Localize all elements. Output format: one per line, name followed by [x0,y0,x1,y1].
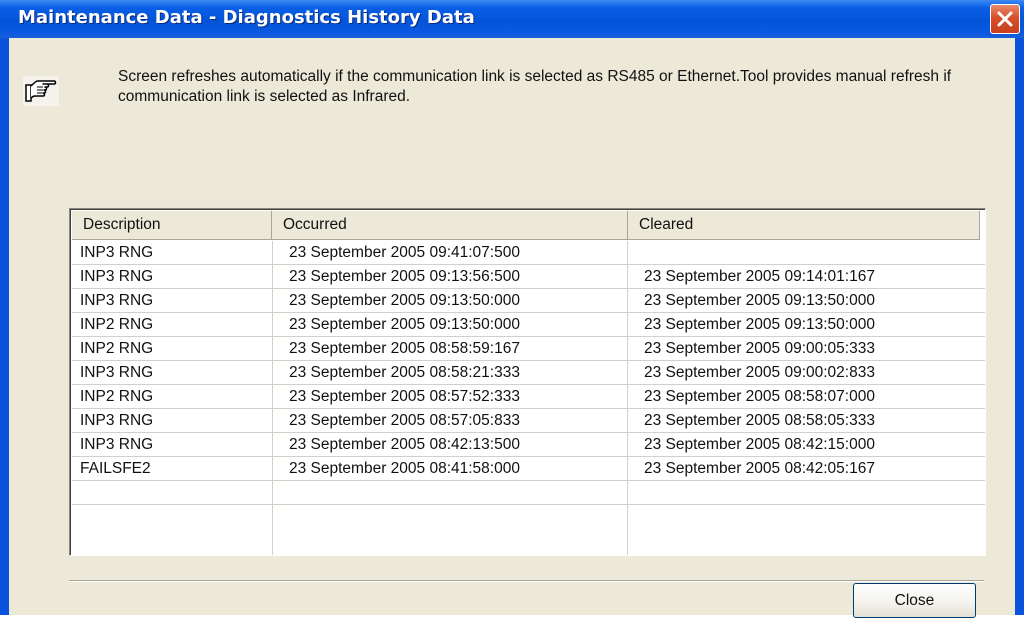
cell-description: FAILSFE2 [80,460,151,477]
table-row[interactable]: FAILSFE2 23 September 2005 08:41:58:000 23… [72,457,985,481]
row-gridline [72,432,985,433]
row-gridline [72,264,985,265]
cell-description: INP3 RNG [80,436,154,453]
row-gridline [72,312,985,313]
close-button[interactable]: Close [853,583,976,618]
close-icon [997,11,1013,27]
cell-cleared: 23 September 2005 08:42:15:000 [644,436,875,453]
cell-occurred: 23 September 2005 08:58:59:167 [289,340,520,357]
row-gridline [72,408,985,409]
cell-description: INP2 RNG [80,388,154,405]
cell-description: INP2 RNG [80,316,154,333]
cell-description: INP2 RNG [80,340,154,357]
row-gridline [72,504,985,505]
row-gridline [72,480,985,481]
cell-description: INP3 RNG [80,268,154,285]
cell-cleared: 23 September 2005 09:00:05:333 [644,340,875,357]
table-row[interactable]: INP3 RNG 23 September 2005 08:57:05:833 23… [72,409,985,433]
table-row[interactable]: INP2 RNG 23 September 2005 09:13:50:000 23… [72,313,985,337]
cell-occurred: 23 September 2005 08:42:13:500 [289,436,520,453]
table-row[interactable]: INP3 RNG 23 September 2005 09:13:50:000 23… [72,289,985,313]
cell-occurred: 23 September 2005 09:41:07:500 [289,244,520,261]
cell-cleared: 23 September 2005 08:58:05:333 [644,412,875,429]
row-gridline [72,288,985,289]
row-gridline [72,360,985,361]
row-gridline [72,456,985,457]
cell-occurred: 23 September 2005 08:57:05:833 [289,412,520,429]
table-row[interactable]: INP3 RNG 23 September 2005 08:42:13:500 23… [72,433,985,457]
cell-cleared: 23 September 2005 09:00:02:833 [644,364,875,381]
pointing-hand-icon [23,76,59,106]
column-header-cleared[interactable]: Cleared [628,211,980,240]
cell-cleared: 23 September 2005 09:14:01:167 [644,268,875,285]
cell-description: INP3 RNG [80,292,154,309]
close-window-button[interactable] [990,4,1020,34]
column-header-description[interactable]: Description [72,211,272,240]
cell-occurred: 23 September 2005 09:13:56:500 [289,268,520,285]
cell-occurred: 23 September 2005 08:57:52:333 [289,388,520,405]
window-title: Maintenance Data - Diagnostics History D… [18,7,475,28]
cell-description: INP3 RNG [80,412,154,429]
row-gridline [72,384,985,385]
table-row[interactable]: INP2 RNG 23 September 2005 08:58:59:167 23… [72,337,985,361]
info-message: Screen refreshes automatically if the co… [118,68,952,105]
cell-cleared: 23 September 2005 08:58:07:000 [644,388,875,405]
cell-cleared: 23 September 2005 08:42:05:167 [644,460,875,477]
table-row[interactable]: INP3 RNG 23 September 2005 09:41:07:500 [72,241,985,265]
divider [69,580,984,582]
cell-occurred: 23 September 2005 09:13:50:000 [289,316,520,333]
cell-description: INP3 RNG [80,364,154,381]
table-row[interactable]: INP3 RNG 23 September 2005 09:13:56:500 23… [72,265,985,289]
row-gridline [72,336,985,337]
cell-occurred: 23 September 2005 09:13:50:000 [289,292,520,309]
history-table[interactable]: Description Occurred Cleared INP3 RNG 23 … [69,208,986,556]
column-header-occurred[interactable]: Occurred [272,211,628,240]
dialog-client-area: Screen refreshes automatically if the co… [9,38,1015,615]
cell-occurred: 23 September 2005 08:41:58:000 [289,460,520,477]
cell-occurred: 23 September 2005 08:58:21:333 [289,364,520,381]
title-bar[interactable]: Maintenance Data - Diagnostics History D… [0,0,1024,38]
dialog-window: Maintenance Data - Diagnostics History D… [0,0,1024,618]
cell-cleared: 23 September 2005 09:13:50:000 [644,316,875,333]
cell-description: INP3 RNG [80,244,154,261]
table-row[interactable] [72,481,985,505]
table-header: Description Occurred Cleared [72,211,985,240]
cell-cleared: 23 September 2005 09:13:50:000 [644,292,875,309]
table-row[interactable]: INP3 RNG 23 September 2005 08:58:21:333 23… [72,361,985,385]
table-row[interactable]: INP2 RNG 23 September 2005 08:57:52:333 23… [72,385,985,409]
